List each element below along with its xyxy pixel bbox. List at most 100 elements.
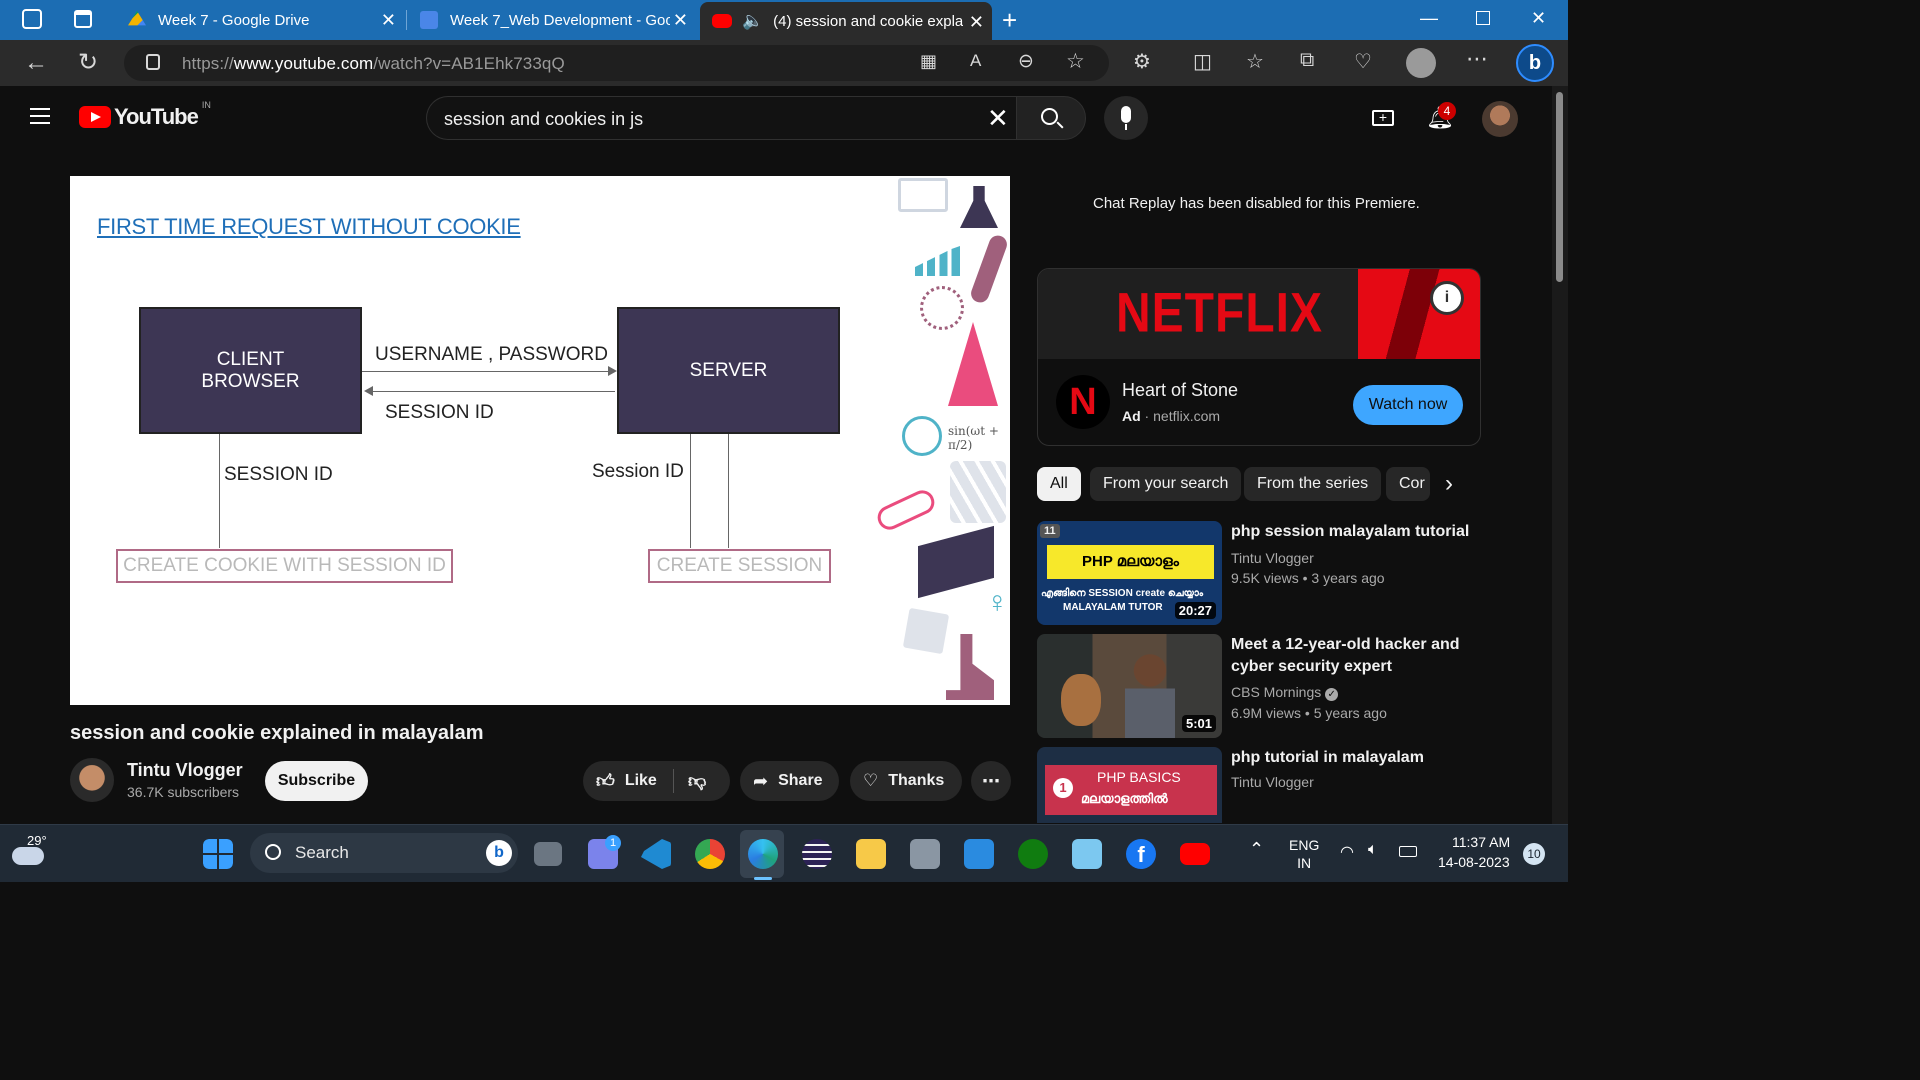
chip-all[interactable]: All: [1037, 467, 1081, 501]
close-icon[interactable]: ✕: [381, 10, 396, 31]
recommendation-channel: Tintu Vlogger: [1231, 550, 1314, 566]
hamburger-menu-icon[interactable]: [30, 108, 50, 124]
youtube-play-icon: [79, 106, 111, 128]
chrome-icon[interactable]: [695, 839, 725, 869]
user-avatar[interactable]: [1482, 101, 1518, 137]
start-windows-icon[interactable]: [203, 839, 233, 869]
show-hidden-icons-chevron[interactable]: ⌃: [1249, 839, 1264, 860]
test-tube-icon: [968, 233, 1010, 305]
clock-date[interactable]: 14-08-2023: [1438, 854, 1510, 870]
recommendation-title[interactable]: Meet a 12-year-old hacker and cyber secu…: [1231, 634, 1481, 678]
back-icon[interactable]: ←: [24, 49, 48, 77]
eclipse-icon[interactable]: [802, 839, 832, 869]
search-input[interactable]: session and cookies in js ✕: [426, 96, 1016, 140]
formula-text: sin(ωt + π/2): [948, 424, 999, 452]
restore-button[interactable]: [1476, 11, 1490, 25]
collections-icon[interactable]: ⧉: [1300, 49, 1314, 72]
split-screen-icon[interactable]: ◫: [1193, 49, 1212, 74]
close-icon[interactable]: ✕: [969, 12, 984, 33]
chevron-right-icon[interactable]: ›: [1445, 470, 1453, 498]
vscode-icon[interactable]: [641, 839, 671, 869]
clear-search-icon[interactable]: ✕: [987, 103, 1009, 134]
close-icon[interactable]: ✕: [673, 10, 688, 31]
facebook-icon[interactable]: f: [1126, 839, 1156, 869]
workspaces-icon[interactable]: [22, 9, 42, 29]
read-aloud-icon[interactable]: A: [970, 51, 981, 71]
new-tab-button[interactable]: +: [1002, 5, 1017, 36]
recommendation-item[interactable]: 1 PHP BASICS മലയാളത്തിൽ php tutorial in …: [1037, 747, 1477, 823]
share-button[interactable]: ➦ Share: [740, 761, 839, 801]
tab-google-drive[interactable]: Week 7 - Google Drive ✕: [118, 0, 404, 40]
notepad-icon[interactable]: [1072, 839, 1102, 869]
task-view-icon[interactable]: [534, 842, 562, 866]
channel-avatar[interactable]: [70, 758, 114, 802]
chip-from-your-search[interactable]: From your search: [1090, 467, 1242, 501]
like-button[interactable]: 👍︎ Like: [583, 770, 673, 792]
dislike-button[interactable]: 👎︎: [674, 770, 706, 792]
extensions-icon[interactable]: ⚙: [1133, 49, 1151, 74]
taskbar-search-input[interactable]: Search b: [250, 833, 518, 873]
refresh-icon[interactable]: ↻: [78, 48, 98, 77]
search-button[interactable]: [1016, 96, 1086, 140]
battery-icon[interactable]: [1399, 846, 1417, 857]
recommendation-title[interactable]: php session malayalam tutorial: [1231, 521, 1481, 543]
camera-app-icon[interactable]: [910, 839, 940, 869]
youtube-app-icon[interactable]: [1180, 843, 1210, 865]
profile-avatar[interactable]: [1406, 48, 1436, 78]
more-menu-icon[interactable]: ⋯: [1466, 46, 1488, 72]
chip-more[interactable]: Cor: [1386, 467, 1430, 501]
minimize-button[interactable]: —: [1420, 8, 1438, 29]
ad-title[interactable]: Heart of Stone: [1122, 380, 1238, 401]
weather-temperature[interactable]: 29°: [27, 833, 47, 848]
recommendation-item[interactable]: 5:01 Meet a 12-year-old hacker and cyber…: [1037, 634, 1477, 738]
youtube-logo[interactable]: YouTube IN: [79, 100, 211, 130]
voice-search-button[interactable]: [1104, 96, 1148, 140]
thanks-button[interactable]: ♡ Thanks: [850, 761, 962, 801]
netflix-wordmark: NETFLIX: [1116, 283, 1323, 344]
video-thumbnail[interactable]: 11 PHP മലയാളം എങ്ങിനെ SESSION create ചെയ…: [1037, 521, 1222, 625]
weather-icon[interactable]: [12, 847, 44, 865]
tab-google-docs[interactable]: Week 7_Web Development - Goo ✕: [410, 0, 696, 40]
bing-copilot-icon[interactable]: b: [1516, 44, 1554, 82]
video-thumbnail[interactable]: 5:01: [1037, 634, 1222, 738]
speaker-icon[interactable]: 🔈: [742, 11, 763, 31]
chip-from-the-series[interactable]: From the series: [1244, 467, 1382, 501]
recommendation-item[interactable]: 11 PHP മലയാളം എങ്ങിനെ SESSION create ചെയ…: [1037, 521, 1477, 625]
page-scrollbar[interactable]: [1552, 86, 1568, 824]
clock-time[interactable]: 11:37 AM: [1452, 834, 1510, 850]
lock-icon[interactable]: [146, 54, 160, 70]
recommendation-title[interactable]: php tutorial in malayalam: [1231, 747, 1477, 769]
app-available-icon[interactable]: ▦: [920, 51, 937, 72]
tab-youtube-active[interactable]: 🔈 (4) session and cookie expla ✕: [700, 2, 992, 40]
favorites-icon[interactable]: ☆: [1246, 49, 1264, 74]
watch-now-button[interactable]: Watch now: [1353, 385, 1463, 425]
label-username-password: USERNAME , PASSWORD: [375, 344, 608, 365]
female-symbol-icon: ♀: [986, 586, 1009, 619]
video-thumbnail[interactable]: 1 PHP BASICS മലയാളത്തിൽ: [1037, 747, 1222, 823]
xbox-icon[interactable]: [1018, 839, 1048, 869]
browser-essentials-icon[interactable]: ♡: [1354, 49, 1372, 74]
wifi-icon[interactable]: ◠: [1340, 842, 1354, 862]
close-window-button[interactable]: ✕: [1531, 8, 1546, 29]
language-indicator[interactable]: ENG IN: [1289, 836, 1319, 872]
url-field[interactable]: https://www.youtube.com/watch?v=AB1Ehk73…: [124, 45, 1109, 81]
subscribe-button[interactable]: Subscribe: [265, 761, 368, 801]
notification-center-badge[interactable]: 10: [1523, 843, 1545, 865]
more-actions-button[interactable]: ⋯: [971, 761, 1011, 801]
edge-icon[interactable]: [748, 839, 778, 869]
ad-info-icon[interactable]: i: [1430, 281, 1464, 315]
url-text[interactable]: https://www.youtube.com/watch?v=AB1Ehk73…: [182, 54, 565, 74]
mail-icon[interactable]: [964, 839, 994, 869]
create-video-icon[interactable]: +: [1372, 110, 1394, 126]
ad-card[interactable]: NETFLIX i N Heart of Stone Ad · netflix.…: [1037, 268, 1481, 446]
favorite-star-icon[interactable]: ☆: [1066, 49, 1085, 74]
file-explorer-icon[interactable]: [856, 839, 886, 869]
client-browser-box: CLIENT BROWSER: [139, 307, 362, 434]
tab-actions-icon[interactable]: [74, 10, 92, 28]
zoom-out-icon[interactable]: ⊖: [1018, 50, 1034, 73]
video-player[interactable]: FIRST TIME REQUEST WITHOUT COOKIE CLIENT…: [70, 176, 1010, 705]
channel-name[interactable]: Tintu Vlogger: [127, 760, 243, 781]
volume-icon[interactable]: 🔈︎: [1368, 841, 1378, 859]
scrollbar-thumb[interactable]: [1556, 92, 1563, 282]
ad-banner[interactable]: NETFLIX i: [1038, 269, 1480, 359]
